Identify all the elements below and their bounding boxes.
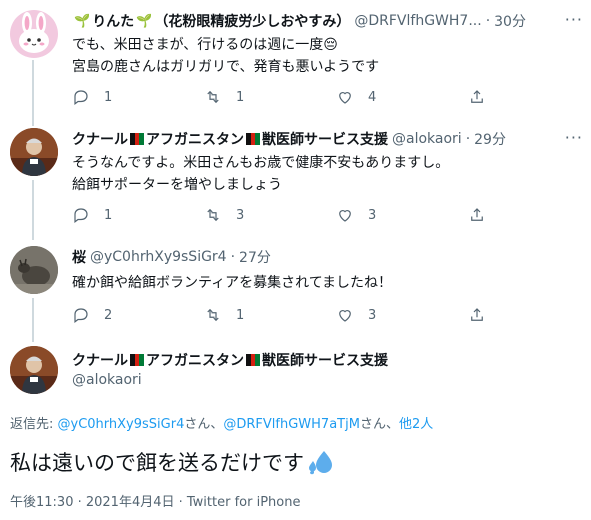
replying-label: 返信先:	[10, 417, 58, 432]
main-avatar-person[interactable]	[10, 346, 58, 394]
retweet-icon	[207, 308, 219, 322]
like-count: 3	[368, 307, 377, 323]
replying-separator: さん、	[184, 417, 224, 432]
share-icon	[471, 90, 483, 103]
retweet-count: 1	[236, 89, 245, 105]
like-button[interactable]: 3	[336, 306, 468, 324]
sprout-icon: 🌱	[74, 13, 91, 29]
heart-icon	[339, 92, 351, 104]
retweet-icon	[207, 90, 219, 104]
avatar-rabbit[interactable]	[10, 10, 58, 58]
tweet-text-line: そうなんですよ。米田さんもお歳で健康不安もありますし。	[72, 155, 450, 171]
like-count: 4	[368, 89, 377, 105]
heart-icon	[339, 210, 351, 222]
replying-separator: さん、	[359, 417, 399, 432]
display-name[interactable]: クナール アフガニスタン 獣医師サービス支援	[72, 129, 388, 149]
separator-dot: ·	[230, 249, 236, 265]
retweet-count: 3	[236, 207, 245, 223]
tweet-3[interactable]: 桜 @yC0hrhXy9sSiGr4 · 27分 確か餌や給餌ボランティアを募集…	[0, 246, 591, 336]
sweat-droplets-icon	[309, 451, 332, 475]
display-name-suffix: 獣医師サービス支援	[262, 132, 388, 148]
afghanistan-flag-icon	[130, 133, 144, 145]
main-tweet-text: 私は遠いので餌を送るだけです	[10, 447, 333, 477]
reply-icon	[74, 208, 88, 223]
afghanistan-flag-icon	[246, 133, 260, 145]
like-button[interactable]: 3	[336, 206, 468, 224]
tweet-text: でも、米田さまが、行けるのは週に一度😔 宮島の鹿さんはガリガリで、発育も悪いよう…	[72, 34, 581, 78]
retweet-icon	[207, 208, 219, 222]
tweet-actions: 1 1 4	[72, 86, 512, 108]
display-name-suffix: （花粉眼精疲労少しおやすみ）	[154, 14, 351, 30]
retweet-button[interactable]: 3	[204, 206, 336, 224]
tweet-text-line: 給餌サポーターを増やしましょう	[72, 177, 282, 193]
display-name-mid: アフガニスタン	[146, 132, 244, 148]
share-icon	[471, 308, 483, 321]
display-name-prefix: クナール	[72, 353, 128, 369]
timestamp[interactable]: 29分	[474, 129, 506, 149]
share-icon	[471, 208, 483, 221]
retweet-button[interactable]: 1	[204, 88, 336, 106]
reply-button[interactable]: 1	[72, 88, 204, 106]
tweet-1[interactable]: 🌱 りんた 🌱 （花粉眼精疲労少しおやすみ） @DRFVlfhGWH7... ·…	[0, 10, 591, 120]
display-name[interactable]: 🌱 りんた 🌱 （花粉眼精疲労少しおやすみ）	[72, 11, 350, 31]
display-name-mid: アフガニスタン	[146, 353, 244, 369]
replying-to: 返信先: @yC0hrhXy9sSiGr4さん、@DRFVlfhGWH7aTjM…	[10, 413, 433, 432]
tweet-text-line: 宮島の鹿さんはガリガリで、発育も悪いようです	[72, 59, 380, 75]
avatar-deer[interactable]	[10, 246, 58, 294]
others-link[interactable]: 他2人	[399, 417, 433, 432]
display-name-text: りんた	[92, 14, 135, 30]
afghanistan-flag-icon	[246, 354, 260, 366]
user-handle[interactable]: @DRFVlfhGWH7...	[354, 13, 481, 29]
main-display-name[interactable]: クナール アフガニスタン 獣医師サービス支援	[72, 350, 388, 370]
display-name-suffix: 獣医師サービス支援	[262, 353, 388, 369]
tweet-header: クナール アフガニスタン 獣医師サービス支援 @alokaori · 29分	[72, 128, 583, 150]
tweet-text: そうなんですよ。米田さんもお歳で健康不安もありますし。 給餌サポーターを増やしま…	[72, 152, 581, 196]
tweet-actions: 2 1 3	[72, 304, 512, 326]
more-options-icon[interactable]: ···	[565, 10, 583, 29]
separator-dot: ·	[485, 13, 491, 29]
tweet-2[interactable]: クナール アフガニスタン 獣医師サービス支援 @alokaori · 29分 ·…	[0, 128, 591, 238]
tweet-actions: 1 3 3	[72, 204, 512, 226]
share-button[interactable]	[468, 206, 486, 224]
tweet-text: 確か餌や給餌ボランティアを募集されてましたね！	[72, 272, 581, 294]
display-name[interactable]: 桜	[72, 247, 86, 267]
tweet-text-line: 確か餌や給餌ボランティアを募集されてましたね！	[72, 275, 393, 291]
reply-to-link[interactable]: @DRFVlfhGWH7aTjM	[223, 417, 360, 432]
reply-icon	[74, 90, 88, 105]
separator-dot: ·	[465, 131, 471, 147]
like-count: 3	[368, 207, 377, 223]
reply-button[interactable]: 2	[72, 306, 204, 324]
user-handle[interactable]: @alokaori	[392, 131, 462, 147]
reply-count: 2	[104, 307, 113, 323]
like-button[interactable]: 4	[336, 88, 468, 106]
retweet-count: 1	[236, 307, 245, 323]
display-name-prefix: クナール	[72, 132, 128, 148]
tweet-header: 桜 @yC0hrhXy9sSiGr4 · 27分	[72, 246, 583, 268]
sprout-icon: 🌱	[136, 13, 153, 29]
tweet-text-line: でも、米田さまが、行けるのは週に一度😔	[72, 37, 338, 53]
tweet-header: 🌱 りんた 🌱 （花粉眼精疲労少しおやすみ） @DRFVlfhGWH7... ·…	[72, 10, 583, 32]
main-user-handle[interactable]: @alokaori	[72, 372, 142, 388]
user-handle[interactable]: @yC0hrhXy9sSiGr4	[90, 249, 227, 265]
tweet-metadata[interactable]: 午後11:30 · 2021年4月4日 · Twitter for iPhone	[10, 491, 300, 510]
reply-count: 1	[104, 89, 113, 105]
share-button[interactable]	[468, 88, 486, 106]
timestamp[interactable]: 30分	[494, 11, 526, 31]
reply-count: 1	[104, 207, 113, 223]
reply-to-link[interactable]: @yC0hrhXy9sSiGr4	[58, 417, 185, 432]
timestamp[interactable]: 27分	[239, 247, 271, 267]
heart-icon	[339, 310, 351, 322]
reply-button[interactable]: 1	[72, 206, 204, 224]
avatar-person[interactable]	[10, 128, 58, 176]
reply-icon	[74, 308, 88, 323]
share-button[interactable]	[468, 306, 486, 324]
more-options-icon[interactable]: ···	[565, 128, 583, 147]
main-tweet-text-content: 私は遠いので餌を送るだけです	[10, 451, 304, 475]
afghanistan-flag-icon	[130, 354, 144, 366]
retweet-button[interactable]: 1	[204, 306, 336, 324]
